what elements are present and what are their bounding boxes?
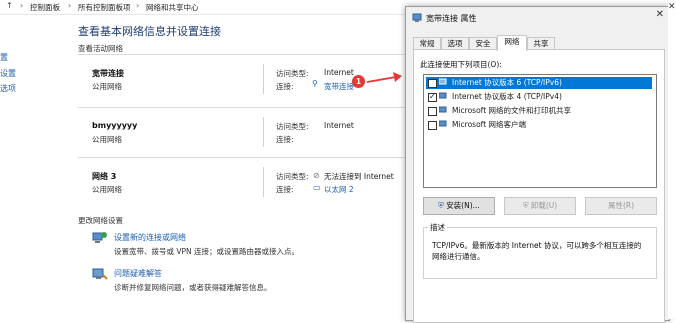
properties-dialog: 宽带连接 属性 ✕ 常规 选项 安全 网络 共享 此连接使用下列项目(O): I… <box>405 6 670 323</box>
description-label: 描述 <box>428 222 447 233</box>
troubleshoot-link[interactable]: 问题疑难解答 <box>114 268 162 279</box>
uninstall-button-label: 卸载(U) <box>530 201 558 210</box>
checkbox-file-sharing[interactable] <box>428 107 437 116</box>
task-description: 设置宽带、拨号或 VPN 连接；或设置路由器或接入点。 <box>114 247 300 256</box>
page-title: 查看基本网络信息并设置连接 <box>78 25 221 38</box>
access-type-label: 访问类型: <box>276 69 309 78</box>
access-type-value: Internet <box>324 68 354 77</box>
uninstall-button[interactable]: ⛨ 卸载(U) <box>504 197 576 215</box>
active-networks-label: 查看活动网络 <box>78 44 123 53</box>
description-text: TCP/IPv6。最新版本的 Internet 协议，可以跨多个相互连接的网络进… <box>432 241 642 261</box>
setup-connection-link[interactable]: 设置新的连接或网络 <box>114 232 186 243</box>
protocol-icon <box>439 78 447 85</box>
install-button-label: 安装(N)... <box>446 201 480 210</box>
new-connection-icon <box>92 232 107 243</box>
checkbox-ipv4[interactable] <box>428 91 437 103</box>
network-icon <box>412 13 422 22</box>
list-item-label: Internet 协议版本 6 (TCP/IPv6) <box>452 78 562 87</box>
divider <box>263 167 264 197</box>
network-name: 网络 3 <box>92 172 117 181</box>
list-item-ipv4[interactable]: Internet 协议版本 4 (TCP/IPv4) <box>426 91 652 103</box>
tab-network[interactable]: 网络 <box>497 35 527 51</box>
connections-label: 连接: <box>276 135 294 144</box>
task-description: 诊断并修复网络问题，或者获得疑难解答信息。 <box>114 283 272 292</box>
breadcrumb-all-items[interactable]: 所有控制面板项 <box>78 2 131 13</box>
left-nav-item-3[interactable]: 选项 <box>0 83 16 94</box>
network-name: bmyyyyyy <box>92 121 138 130</box>
connection-link[interactable]: 宽带连接 <box>324 81 354 92</box>
divider <box>78 107 408 108</box>
breadcrumb-network-center[interactable]: 网络和共享中心 <box>146 2 199 13</box>
change-settings-label: 更改网络设置 <box>78 216 123 225</box>
dialup-connection-icon: ⚲ <box>312 79 318 88</box>
network-type: 公用网络 <box>92 185 122 194</box>
background-window-edge: ✕ <box>668 0 676 319</box>
close-icon[interactable]: ✕ <box>668 2 676 12</box>
access-type-label: 访问类型: <box>276 172 309 181</box>
annotation-arrow-icon <box>366 72 402 83</box>
access-type-label: 访问类型: <box>276 122 309 131</box>
shield-icon: ⛨ <box>522 201 529 210</box>
list-item-ipv6[interactable]: Internet 协议版本 6 (TCP/IPv6) <box>426 77 652 89</box>
ethernet-icon: ▭ <box>313 183 321 192</box>
connections-label: 连接: <box>276 185 294 194</box>
components-list[interactable]: Internet 协议版本 6 (TCP/IPv6) Internet 协议版本… <box>423 74 657 188</box>
dialog-title: 宽带连接 属性 <box>426 14 477 23</box>
annotation-badge: 1 <box>352 75 365 88</box>
uses-items-label: 此连接使用下列项目(O): <box>420 60 502 69</box>
checkbox-ipv6[interactable] <box>428 79 437 88</box>
service-icon <box>439 106 447 113</box>
connection-link[interactable]: 以太网 2 <box>324 184 354 195</box>
access-type-value: Internet <box>324 121 354 130</box>
left-nav-item-2[interactable]: 设置 <box>0 68 16 79</box>
list-item-file-sharing[interactable]: Microsoft 网络的文件和打印机共享 <box>426 105 652 117</box>
install-button[interactable]: ⛨ 安装(N)... <box>423 197 495 215</box>
list-item-label: Microsoft 网络客户端 <box>452 120 527 129</box>
network-type: 公用网络 <box>92 82 122 91</box>
up-arrow-icon[interactable]: ↑ <box>6 1 13 10</box>
connections-label: 连接: <box>276 82 294 91</box>
divider <box>263 64 264 94</box>
network-name: 宽带连接 <box>92 69 124 78</box>
access-type-value: 无法连接到 Internet <box>324 172 394 181</box>
troubleshoot-icon <box>92 268 108 280</box>
breadcrumb-control-panel[interactable]: 控制面板 <box>30 2 60 13</box>
divider <box>78 157 408 158</box>
chevron-icon: › <box>68 1 72 10</box>
close-icon[interactable]: ✕ <box>656 9 664 20</box>
shield-icon: ⛨ <box>438 201 444 210</box>
no-internet-icon: ⊘ <box>313 171 320 180</box>
checkbox-client[interactable] <box>428 121 437 130</box>
properties-button[interactable]: 属性(R) <box>585 197 657 215</box>
protocol-icon <box>439 92 447 99</box>
network-type: 公用网络 <box>92 135 122 144</box>
left-nav-item-1[interactable]: 置 <box>0 52 8 63</box>
chevron-icon: › <box>136 1 140 10</box>
divider <box>78 54 408 55</box>
list-item-label: Internet 协议版本 4 (TCP/IPv4) <box>452 92 562 101</box>
divider <box>263 117 264 147</box>
list-item-client[interactable]: Microsoft 网络客户端 <box>426 119 652 131</box>
client-icon <box>439 120 447 127</box>
list-item-label: Microsoft 网络的文件和打印机共享 <box>452 106 572 115</box>
chevron-icon: › <box>20 1 24 10</box>
